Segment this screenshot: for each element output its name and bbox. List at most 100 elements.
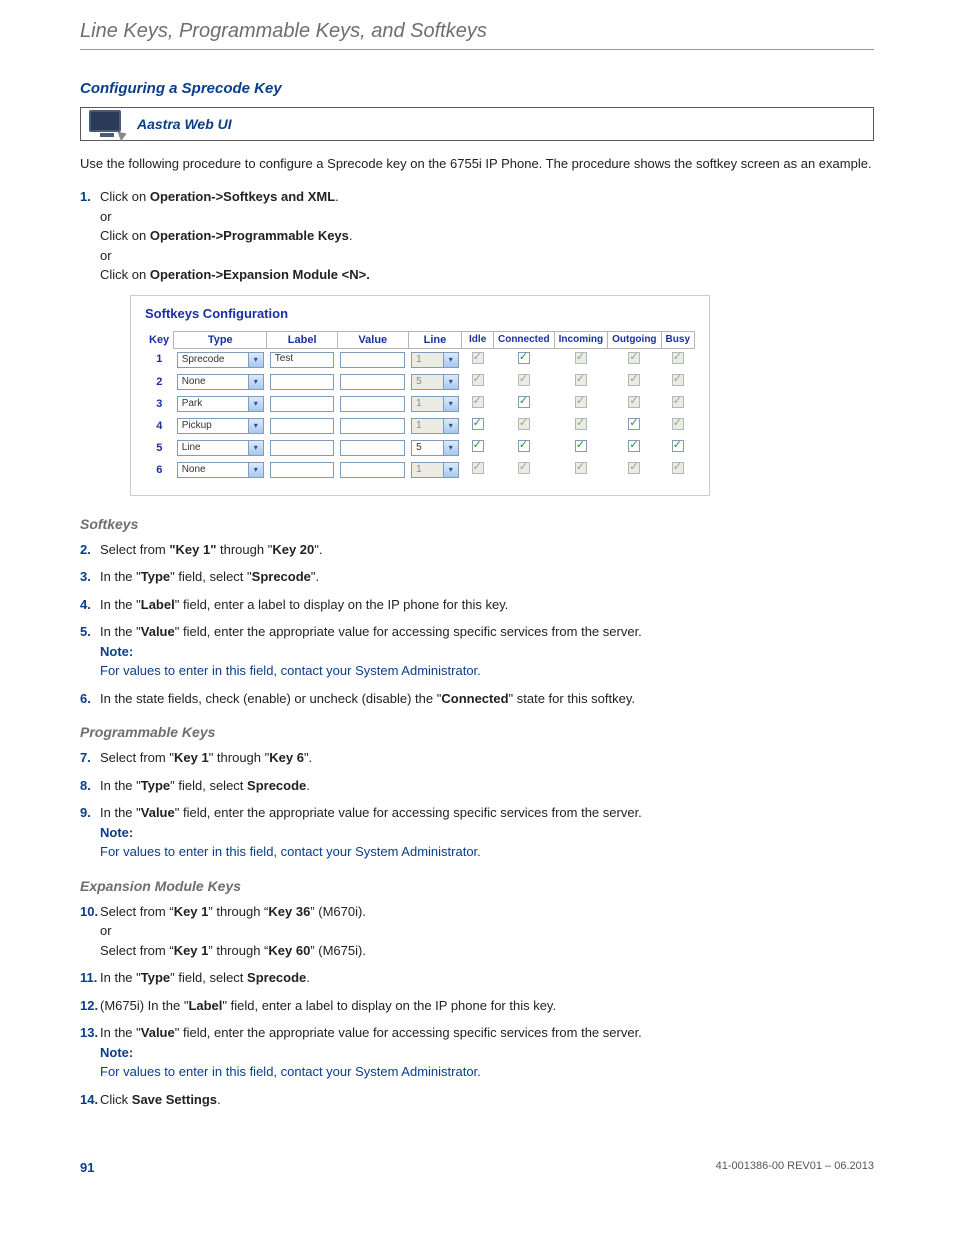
programmable-keys-subheading: Programmable Keys — [80, 724, 874, 740]
step-10: 10. Select from “Key 1” through “Key 36”… — [80, 902, 874, 961]
chevron-down-icon: ▾ — [443, 463, 458, 477]
label-input[interactable] — [270, 396, 335, 412]
type-select[interactable]: None▾ — [177, 462, 264, 478]
chevron-down-icon: ▾ — [443, 397, 458, 411]
value-input[interactable] — [340, 352, 405, 368]
step-1: 1. Click on Operation->Softkeys and XML.… — [80, 187, 874, 285]
state-checkbox — [472, 396, 484, 408]
step-3: 3. In the "Type" field, select "Sprecode… — [80, 567, 874, 587]
value-input[interactable] — [340, 374, 405, 390]
step-5: 5. In the "Value" field, enter the appro… — [80, 622, 874, 681]
label-input[interactable]: Test — [270, 352, 335, 368]
value-input[interactable] — [340, 418, 405, 434]
state-checkbox[interactable] — [472, 440, 484, 452]
running-header: Line Keys, Programmable Keys, and Softke… — [80, 20, 874, 50]
step-8: 8. In the "Type" field, select Sprecode. — [80, 776, 874, 796]
type-select[interactable]: Pickup▾ — [177, 418, 264, 434]
state-checkbox[interactable] — [518, 440, 530, 452]
state-checkbox — [672, 396, 684, 408]
step-13: 13. In the "Value" field, enter the appr… — [80, 1023, 874, 1082]
state-checkbox — [472, 352, 484, 364]
softkeys-config-panel: Softkeys Configuration Key Type Label Va… — [130, 295, 710, 496]
chevron-down-icon: ▾ — [443, 419, 458, 433]
col-line: Line — [408, 331, 462, 348]
key-number: 1 — [145, 348, 174, 371]
state-checkbox — [672, 374, 684, 386]
softkeys-table: Key Type Label Value Line Idle Connected… — [145, 331, 695, 481]
line-select: 1▾ — [411, 352, 459, 368]
state-checkbox — [472, 462, 484, 474]
state-checkbox[interactable] — [672, 440, 684, 452]
state-checkbox — [628, 396, 640, 408]
value-input[interactable] — [340, 440, 405, 456]
step-14: 14. Click Save Settings. — [80, 1090, 874, 1110]
col-key: Key — [145, 331, 174, 348]
step-6: 6. In the state fields, check (enable) o… — [80, 689, 874, 709]
label-input[interactable] — [270, 374, 335, 390]
revision-text: 41-001386-00 REV01 – 06.2013 — [716, 1160, 874, 1175]
state-checkbox[interactable] — [518, 396, 530, 408]
line-select[interactable]: 5▾ — [411, 440, 459, 456]
step-4: 4. In the "Label" field, enter a label t… — [80, 595, 874, 615]
expansion-module-subheading: Expansion Module Keys — [80, 878, 874, 894]
state-checkbox — [575, 396, 587, 408]
type-select[interactable]: None▾ — [177, 374, 264, 390]
line-select: 1▾ — [411, 396, 459, 412]
chevron-down-icon: ▾ — [443, 353, 458, 367]
state-checkbox — [672, 418, 684, 430]
chevron-down-icon: ▾ — [248, 375, 263, 389]
state-checkbox[interactable] — [628, 440, 640, 452]
state-checkbox[interactable] — [575, 440, 587, 452]
line-select: 1▾ — [411, 462, 459, 478]
state-checkbox[interactable] — [472, 418, 484, 430]
type-select[interactable]: Sprecode▾ — [177, 352, 264, 368]
chevron-down-icon: ▾ — [248, 419, 263, 433]
type-select[interactable]: Park▾ — [177, 396, 264, 412]
callout-box: Aastra Web UI — [80, 107, 874, 141]
col-type: Type — [174, 331, 267, 348]
state-checkbox — [628, 352, 640, 364]
state-checkbox — [628, 462, 640, 474]
key-number: 4 — [145, 415, 174, 437]
type-select[interactable]: Line▾ — [177, 440, 264, 456]
note-label: Note: — [100, 644, 133, 659]
state-checkbox[interactable] — [628, 418, 640, 430]
table-row: 4Pickup▾ 1▾ — [145, 415, 695, 437]
col-idle: Idle — [462, 331, 494, 348]
state-checkbox — [518, 418, 530, 430]
col-label: Label — [267, 331, 338, 348]
table-row: 5Line▾5▾ — [145, 437, 695, 459]
line-select: 1▾ — [411, 418, 459, 434]
label-input[interactable] — [270, 440, 335, 456]
col-busy: Busy — [661, 331, 694, 348]
chevron-down-icon: ▾ — [248, 397, 263, 411]
value-input[interactable] — [340, 462, 405, 478]
table-row: 3Park▾1▾ — [145, 393, 695, 415]
step-2: 2. Select from "Key 1" through "Key 20". — [80, 540, 874, 560]
intro-paragraph: Use the following procedure to configure… — [80, 155, 874, 173]
state-checkbox — [472, 374, 484, 386]
state-checkbox — [628, 374, 640, 386]
softkeys-config-title: Softkeys Configuration — [145, 306, 695, 321]
state-checkbox — [518, 374, 530, 386]
page-footer: 91 41-001386-00 REV01 – 06.2013 — [80, 1160, 874, 1175]
step-7: 7. Select from "Key 1" through "Key 6". — [80, 748, 874, 768]
state-checkbox — [672, 462, 684, 474]
col-value: Value — [337, 331, 408, 348]
table-row: 1Sprecode▾ Test 1▾ — [145, 348, 695, 371]
softkeys-subheading: Softkeys — [80, 516, 874, 532]
state-checkbox[interactable] — [518, 352, 530, 364]
col-incoming: Incoming — [554, 331, 607, 348]
callout-title: Aastra Web UI — [137, 116, 232, 132]
step-11: 11. In the "Type" field, select Sprecode… — [80, 968, 874, 988]
section-title: Configuring a Sprecode Key — [80, 80, 874, 97]
label-input[interactable] — [270, 418, 335, 434]
state-checkbox — [518, 462, 530, 474]
page-number: 91 — [80, 1160, 94, 1175]
line-select: 5▾ — [411, 374, 459, 390]
table-row: 6None▾1▾ — [145, 459, 695, 481]
value-input[interactable] — [340, 396, 405, 412]
chevron-down-icon: ▾ — [248, 441, 263, 455]
step-12: 12. (M675i) In the "Label" field, enter … — [80, 996, 874, 1016]
label-input[interactable] — [270, 462, 335, 478]
